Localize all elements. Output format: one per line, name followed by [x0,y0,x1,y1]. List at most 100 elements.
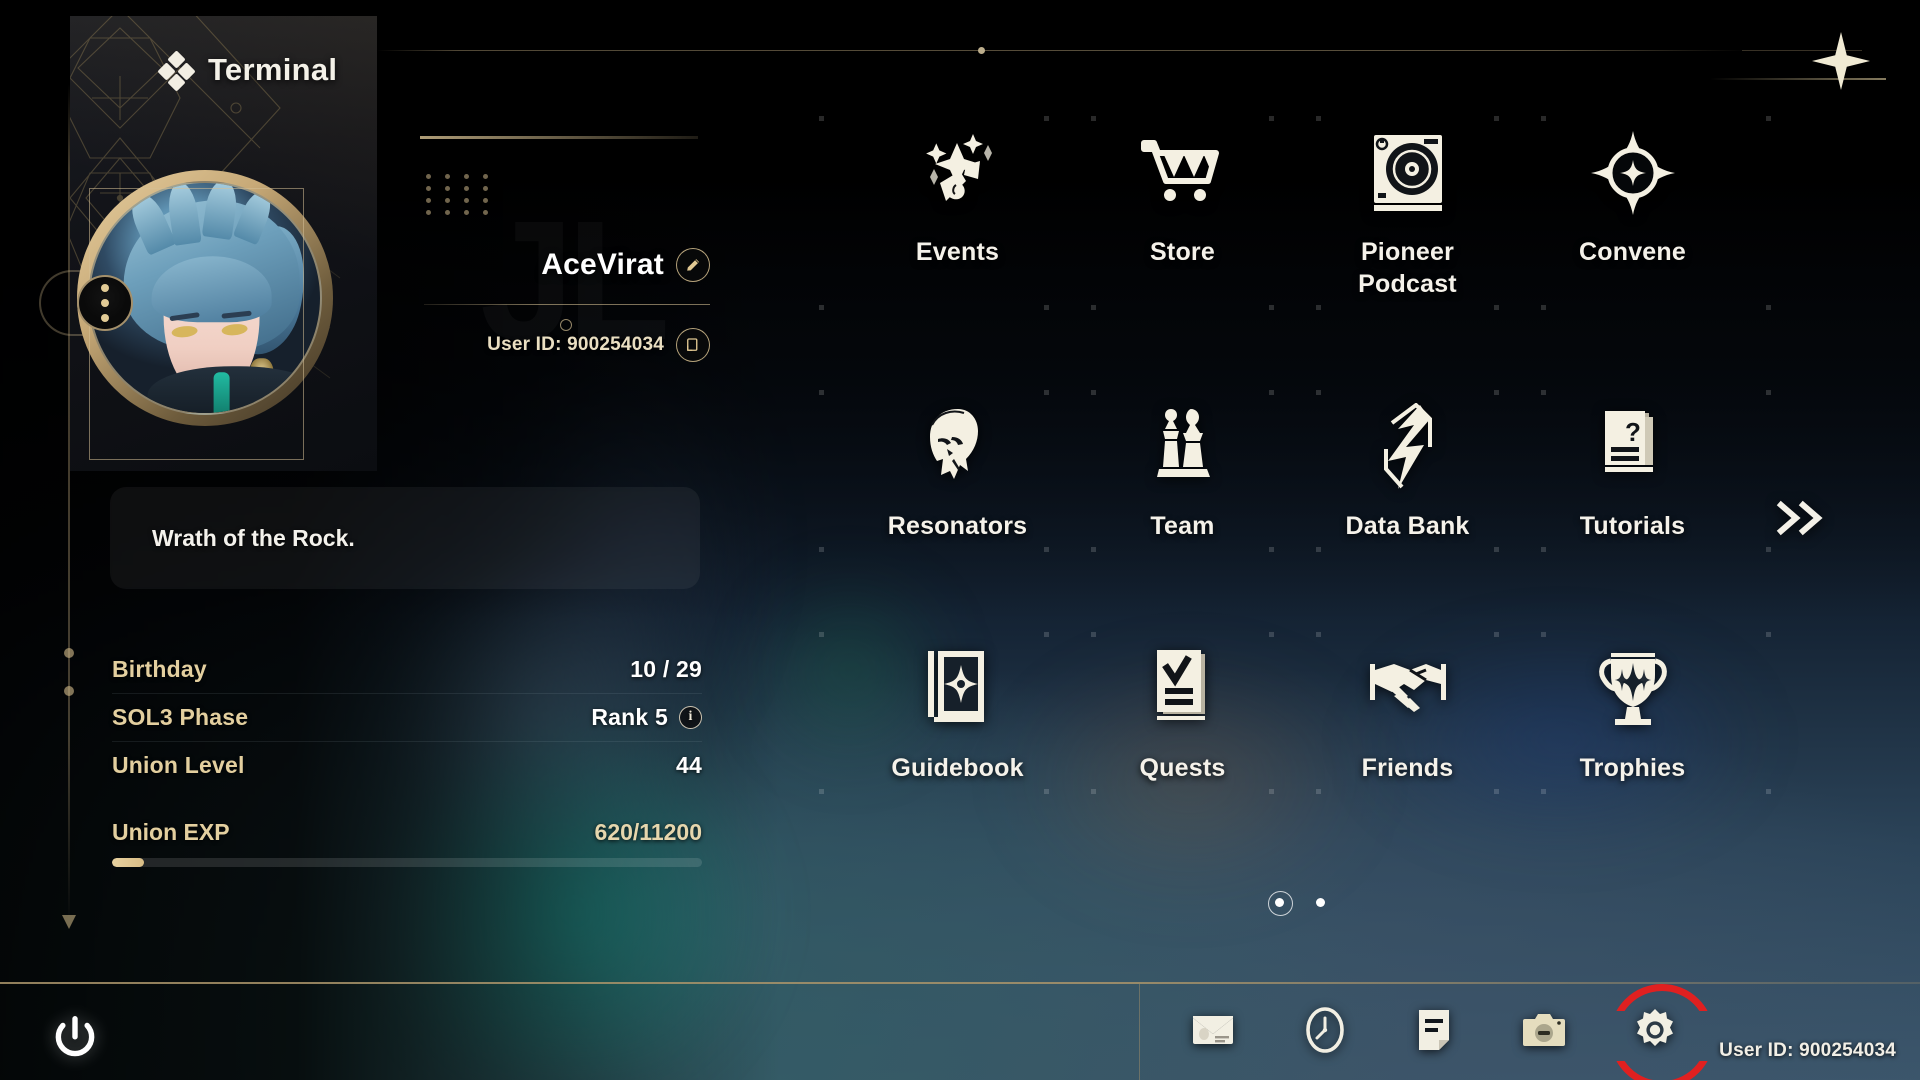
tile-corner-marker [1494,390,1499,395]
stat-value-group: Rank 5 i [591,704,702,731]
gear-icon [1637,1009,1673,1046]
notes-button[interactable] [1410,1005,1460,1055]
menu-tile-team[interactable]: Team [1044,390,1321,552]
tile-corner-marker [1316,547,1321,552]
tile-corner-marker [819,632,824,637]
menu-tile-store[interactable]: Store [1044,116,1321,310]
screenshot-button[interactable] [1520,1005,1570,1055]
menu-tile-tutorials[interactable]: ? Tutorials [1494,390,1771,552]
tile-corner-marker [1044,632,1049,637]
user-id-row: User ID: 900254034 [420,328,710,362]
tile-corner-marker [819,789,824,794]
menu-tile-label: Tutorials [1579,512,1686,540]
double-chevron-right-icon [1776,500,1823,536]
tile-corner-marker [1541,632,1546,637]
quest-checklist-icon [1070,646,1295,732]
tile-corner-marker [1541,789,1546,794]
tile-corner-marker [1269,305,1274,310]
menu-tile-label: Trophies [1579,754,1686,782]
tile-corner-marker [1269,789,1274,794]
tile-corner-marker [1766,547,1771,552]
handshake-icon [1295,646,1520,732]
signature-text: Wrath of the Rock. [152,524,355,551]
more-vertical-icon [101,284,109,292]
tile-corner-marker [1091,789,1096,794]
mail-button[interactable] [1190,1005,1240,1055]
edit-username-button[interactable] [676,248,710,282]
user-id-value: User ID: 900254034 [487,334,664,355]
copy-user-id-button[interactable] [676,328,710,362]
shopping-cart-icon [1070,130,1295,216]
terminal-menu-grid: Events Store Pioneer Podcast Convene Res… [819,116,1771,794]
menu-tile-data-bank[interactable]: Data Bank [1269,390,1546,552]
tile-corner-marker [1044,390,1049,395]
info-icon[interactable]: i [679,705,702,729]
menu-tile-label: Data Bank [1345,512,1470,540]
tile-corner-marker [1494,116,1499,121]
menu-tile-label: Store [1150,238,1215,266]
page-dot-2[interactable] [1316,898,1325,907]
profile-divider [424,304,710,305]
tile-corner-marker [1766,632,1771,637]
avatar-more-button[interactable] [77,275,133,331]
tile-corner-marker [1044,305,1049,310]
profile-top-rule [420,136,698,139]
menu-tile-resonators[interactable]: Resonators [819,390,1096,552]
stat-row-birthday: Birthday 10 / 29 [112,645,702,693]
tile-corner-marker [1316,116,1321,121]
envelope-icon [1193,1016,1233,1044]
clock-button[interactable] [1300,1005,1350,1055]
stat-label: Birthday [112,655,207,682]
stat-label: SOL3 Phase [112,703,249,730]
camera-icon [1523,1014,1565,1046]
menu-tile-quests[interactable]: Quests [1044,632,1321,794]
tile-corner-marker [1269,116,1274,121]
terminal-title-group: Terminal [157,50,338,92]
bottom-tray [1190,1005,1680,1055]
union-exp-fill [112,858,145,867]
username-row: AceVirat [420,248,710,282]
menu-tile-trophies[interactable]: Trophies [1494,632,1771,794]
menu-tile-convene[interactable]: Convene [1494,116,1771,310]
tile-corner-marker [1541,305,1546,310]
left-rail-dot [64,648,74,658]
menu-tile-events[interactable]: Events [819,116,1096,310]
copy-icon [687,338,698,351]
bottom-user-id: User ID: 900254034 [1719,1040,1896,1061]
avatar[interactable] [39,150,355,460]
power-button[interactable] [48,1012,102,1066]
menu-tile-label: Pioneer Podcast [1358,238,1457,298]
tile-corner-marker [1541,547,1546,552]
svg-text:?: ? [1625,417,1641,447]
menu-tile-pioneer-podcast[interactable]: Pioneer Podcast [1269,116,1546,310]
next-page-button[interactable] [1775,500,1831,541]
podcast-turntable-icon [1295,130,1520,216]
tile-corner-marker [1766,789,1771,794]
header-hairline [377,50,1747,51]
page-title: Terminal [208,52,338,87]
tile-corner-marker [1766,116,1771,121]
union-exp-label: Union EXP [112,819,230,845]
note-document-icon [1419,1010,1449,1050]
left-rail-dot [64,686,74,696]
close-button[interactable] [1798,18,1884,104]
stat-row-union-level: Union Level 44 [112,741,702,789]
tile-corner-marker [819,305,824,310]
settings-button[interactable] [1630,1005,1680,1055]
tile-corner-marker [1316,390,1321,395]
page-indicator [1268,891,1325,916]
tile-corner-marker [1269,632,1274,637]
tile-corner-marker [1316,632,1321,637]
union-exp-block: Union EXP 620/11200 [112,819,702,867]
stat-value: Rank 5 [591,703,668,730]
menu-tile-friends[interactable]: Friends [1269,632,1546,794]
signature-box[interactable]: Wrath of the Rock. [110,487,700,589]
menu-tile-guidebook[interactable]: Guidebook [819,632,1096,794]
trophy-icon [1520,646,1745,732]
question-pages-icon: ? [1520,404,1745,490]
tile-corner-marker [1494,547,1499,552]
header-node-dot [978,47,985,54]
stat-label: Union Level [112,751,245,778]
page-dot-1[interactable] [1268,891,1293,916]
union-exp-header: Union EXP 620/11200 [112,819,702,846]
